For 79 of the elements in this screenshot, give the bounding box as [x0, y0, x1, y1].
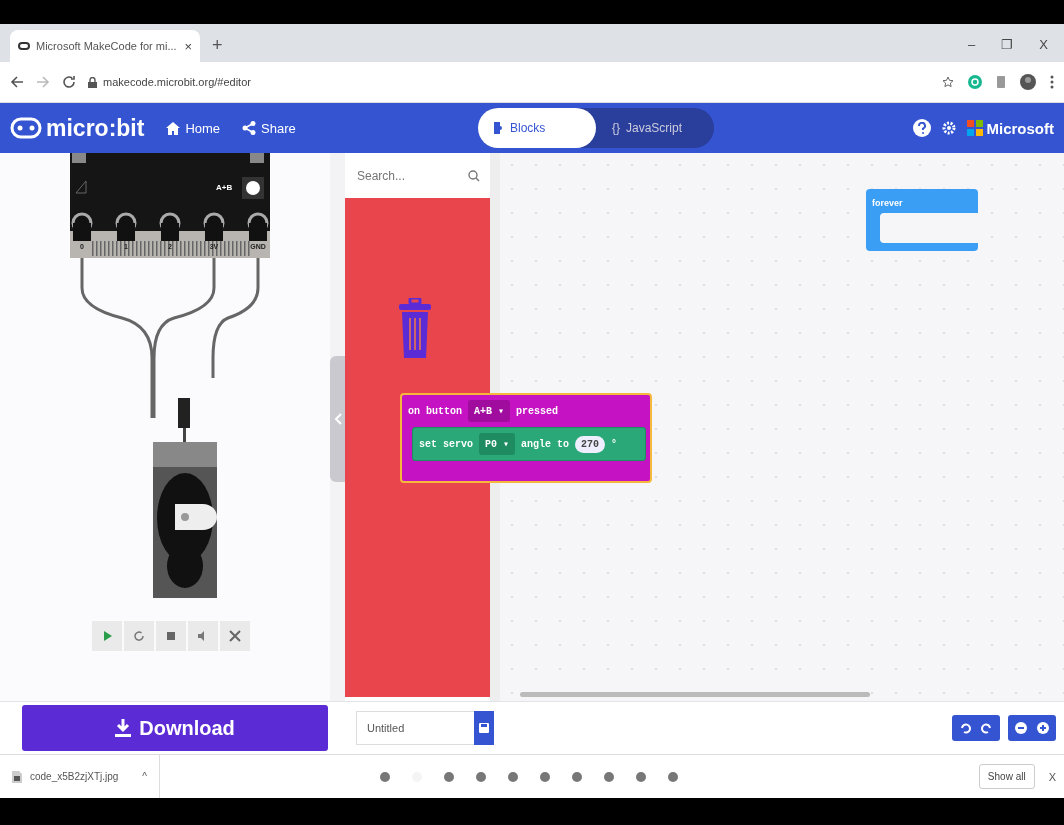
page-dot[interactable] — [572, 771, 582, 782]
block-label: forever — [872, 198, 903, 208]
stop-icon — [164, 629, 178, 643]
pin-dropdown[interactable]: P0 ▾ — [479, 433, 516, 455]
chevron-left-icon — [333, 413, 342, 425]
logo-text: micro:bit — [46, 114, 145, 142]
collapse-handle[interactable] — [330, 356, 345, 482]
file-icon — [12, 770, 22, 783]
file-name: code_x5B2zjXTj.jpg — [30, 771, 119, 782]
page-dot[interactable] — [636, 771, 646, 782]
tab-close-button[interactable]: × — [184, 38, 192, 54]
lock-icon — [88, 76, 97, 88]
fullscreen-icon — [228, 629, 242, 643]
page-dot[interactable] — [444, 771, 454, 782]
page-dot[interactable] — [604, 771, 614, 782]
redo-icon — [981, 722, 993, 734]
back-icon[interactable] — [10, 75, 24, 89]
project-name-field[interactable]: Untitled — [356, 711, 474, 745]
share-icon — [242, 121, 257, 135]
block-label: set servo — [419, 438, 473, 450]
share-link[interactable]: Share — [242, 120, 296, 136]
zoom-out-icon — [1015, 722, 1027, 734]
trash-icon — [399, 298, 431, 358]
extension-icon[interactable] — [968, 75, 982, 89]
mute-button[interactable] — [188, 621, 218, 651]
block-label: angle to — [521, 438, 570, 450]
caret-icon[interactable]: ^ — [142, 771, 147, 782]
close-button[interactable]: X — [1039, 37, 1048, 52]
home-icon — [166, 121, 181, 135]
page-dot[interactable] — [476, 771, 486, 782]
search-field[interactable]: Search... — [355, 167, 459, 184]
star-icon[interactable] — [942, 76, 954, 88]
angle-field[interactable]: 270 — [575, 435, 606, 453]
fullscreen-button[interactable] — [220, 621, 250, 651]
play-button[interactable] — [92, 621, 122, 651]
save-button[interactable] — [474, 711, 494, 745]
stop-button[interactable] — [156, 621, 186, 651]
page-dot[interactable] — [668, 771, 678, 782]
page-dot[interactable] — [540, 771, 550, 782]
tab-title: Microsoft MakeCode for mi... — [36, 40, 178, 52]
site-icon — [18, 40, 30, 52]
new-tab-button[interactable]: + — [212, 35, 223, 56]
download-icon — [115, 719, 132, 737]
url-field[interactable]: makecode.microbit.org/#editor — [103, 76, 251, 88]
page-dot[interactable] — [508, 771, 518, 782]
block-label: on button — [408, 405, 462, 417]
minimize-button[interactable]: – — [968, 37, 976, 52]
more-icon[interactable] — [1050, 75, 1054, 89]
button-label: A+B — [216, 183, 233, 192]
help-icon[interactable] — [912, 119, 931, 137]
editor-tab[interactable]: {} JavaScript — [596, 108, 714, 148]
block-label: pressed — [516, 405, 559, 417]
puzzle-icon — [494, 122, 504, 134]
home-link[interactable]: Home — [166, 120, 221, 136]
braces-icon: {} — [612, 121, 620, 135]
restart-button[interactable] — [124, 621, 154, 651]
button-dropdown[interactable]: A+B ▾ — [468, 400, 511, 422]
extension-icon[interactable] — [996, 75, 1006, 89]
avatar-icon[interactable] — [1020, 74, 1036, 90]
brand-text: Microsoft — [986, 119, 1054, 137]
browser-tab[interactable]: Microsoft MakeCode for mi... × — [10, 30, 200, 62]
page-dot[interactable] — [380, 771, 390, 782]
undo-icon — [959, 722, 971, 734]
download-button[interactable]: Download — [22, 705, 328, 751]
reload-icon[interactable] — [62, 75, 76, 89]
zoom-in-icon — [1037, 722, 1049, 734]
save-icon — [479, 723, 489, 733]
show-all-button[interactable]: Show all — [978, 764, 1035, 789]
editor-tab[interactable]: Blocks — [478, 108, 596, 148]
gear-icon[interactable] — [940, 120, 957, 136]
restart-icon — [132, 629, 146, 643]
servo-block[interactable]: set servo P0 ▾ angle to 270 ° — [412, 427, 646, 461]
event-block[interactable]: on button A+B ▾ pressed set servo P0 ▾ angle to 270 ° — [400, 393, 652, 483]
unit-label: ° — [611, 438, 618, 450]
search-icon[interactable] — [468, 169, 480, 182]
microsoft-logo-icon — [966, 120, 983, 136]
microbit-logo-icon — [10, 117, 42, 139]
restore-button[interactable]: ❐ — [1001, 37, 1014, 52]
close-button[interactable]: X — [1048, 770, 1056, 783]
